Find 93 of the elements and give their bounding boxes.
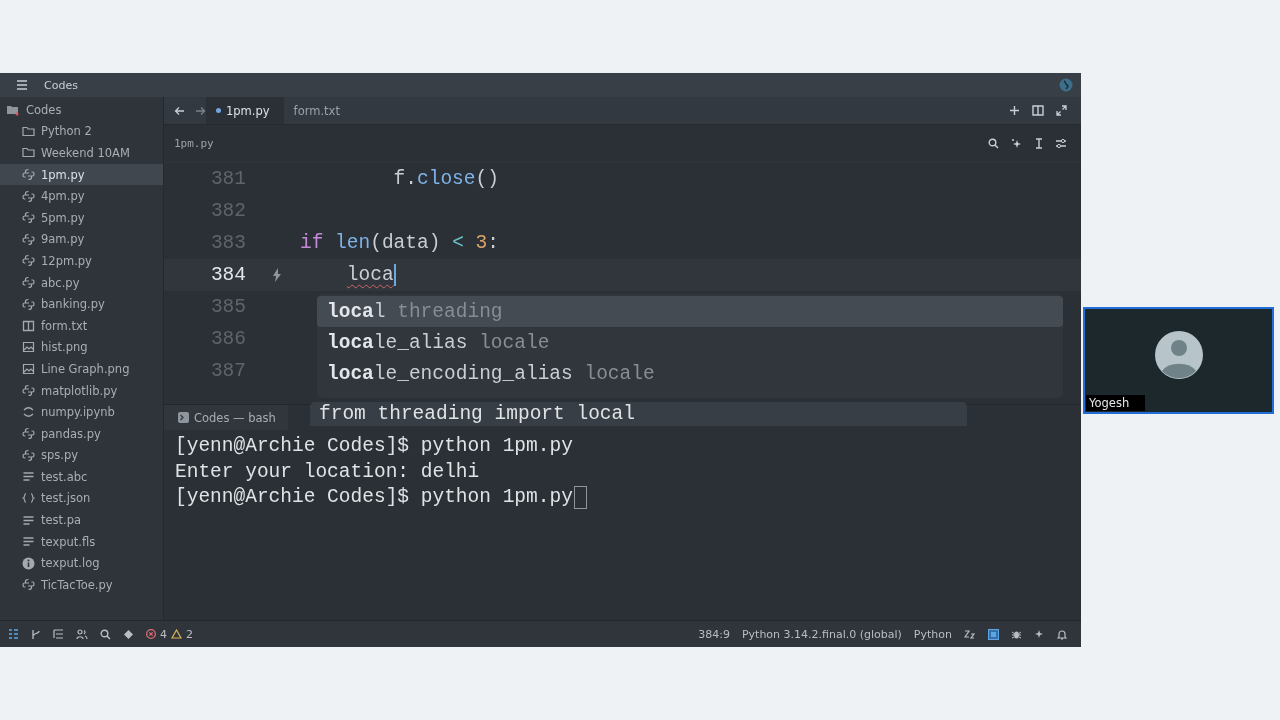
python-icon (22, 189, 35, 203)
tree-item[interactable]: banking.py (0, 293, 163, 315)
tree-item[interactable]: abc.py (0, 271, 163, 294)
tree-item[interactable]: 4pm.py (0, 185, 163, 207)
tree-item[interactable]: 12pm.py (0, 250, 163, 272)
tree-item[interactable]: Codes (0, 99, 163, 121)
code-line: loca (346, 263, 396, 287)
python-icon (22, 168, 35, 182)
braces-icon (22, 492, 35, 505)
python-icon (22, 384, 35, 397)
tree-item[interactable]: pandas.py (0, 422, 163, 445)
python-icon (22, 254, 35, 268)
window-title: Codes (44, 78, 78, 92)
people-icon[interactable] (76, 628, 88, 640)
tree-item[interactable]: sps.py (0, 444, 163, 467)
sleep-icon[interactable] (964, 629, 976, 639)
sliders-icon[interactable] (1055, 138, 1067, 149)
terminal-icon (178, 412, 189, 423)
sparkle-icon[interactable] (1011, 137, 1023, 150)
file-tab[interactable]: form.txt (283, 97, 354, 124)
text-cursor-icon[interactable] (1035, 138, 1043, 149)
tree-item[interactable]: test.json (0, 487, 163, 510)
interpreter-label[interactable]: Python 3.14.2.final.0 (global) (741, 627, 902, 641)
info-icon (22, 556, 35, 570)
tree-item[interactable]: TicTacToe.py (0, 574, 163, 596)
tree-item[interactable]: matplotlib.py (0, 379, 163, 402)
tree-item[interactable]: texput.fls (0, 530, 163, 553)
plus-icon[interactable] (1009, 105, 1020, 116)
menu-icon[interactable] (16, 80, 28, 90)
tree-item[interactable]: 1pm.py (0, 163, 163, 186)
terminal-line: [yenn@Archie Codes]$ python 1pm.py (175, 484, 1081, 511)
folder-icon (6, 103, 20, 116)
terminal-line: [yenn@Archie Codes]$ python 1pm.py (175, 433, 574, 459)
language-label[interactable]: Python (913, 627, 952, 641)
globe-icon[interactable] (1059, 78, 1073, 92)
search-icon[interactable] (100, 628, 111, 640)
text-lines-icon (22, 536, 35, 548)
breadcrumb[interactable]: 1pm.py (174, 137, 214, 150)
text-lines-icon (22, 514, 35, 526)
python-icon (22, 448, 35, 462)
participant-name: Yogesh (1086, 395, 1146, 411)
tree-item[interactable]: test.abc (0, 466, 163, 488)
error-icon (146, 629, 156, 639)
file-tab[interactable]: 1pm.py (206, 97, 284, 124)
code-line: f.close() (392, 168, 499, 190)
tree-item[interactable]: form.txt (0, 314, 163, 337)
code-line: if len(data) < 3: (300, 232, 499, 254)
python-icon (22, 427, 35, 441)
tree-item[interactable]: numpy.ipynb (0, 401, 163, 423)
diamond-icon[interactable] (123, 628, 134, 640)
terminal-tab[interactable]: Codes — bash (164, 405, 288, 430)
text-lines-icon (22, 471, 35, 483)
tree-item[interactable]: texput.log (0, 552, 163, 575)
diagnostics-button[interactable]: 4 2 (146, 627, 193, 641)
branch-icon[interactable] (31, 628, 41, 640)
cursor-position[interactable]: 384:9 (698, 627, 730, 641)
bell-icon[interactable] (1057, 628, 1067, 640)
tree-item[interactable]: 5pm.py (0, 206, 163, 229)
sparkle-icon[interactable] (1034, 628, 1045, 640)
panel-icon[interactable] (988, 628, 999, 640)
notebook-icon (22, 406, 35, 419)
tree-item[interactable]: test.pa (0, 509, 163, 531)
line-number: 384 (209, 264, 246, 286)
suggestion-item[interactable]: locale_encoding_alias locale (317, 358, 1063, 389)
lightning-icon[interactable] (272, 268, 282, 282)
image-icon (22, 341, 35, 354)
tree-icon[interactable] (8, 629, 19, 639)
tree-item[interactable]: Python 2 (0, 120, 163, 143)
tree-item[interactable]: hist.png (0, 336, 163, 359)
search-icon[interactable] (988, 138, 999, 149)
folder-icon (22, 147, 35, 159)
python-icon (22, 578, 35, 592)
suggestion-detail: from threading import local (310, 402, 967, 426)
avatar-icon (1154, 330, 1203, 379)
forward-arrow-icon[interactable] (195, 105, 206, 116)
python-icon (22, 297, 35, 311)
book-icon (22, 319, 35, 332)
folder-icon (22, 125, 35, 137)
python-icon (22, 211, 35, 225)
python-icon (22, 232, 35, 246)
suggestion-item[interactable]: local threading (317, 296, 1063, 327)
tree-item[interactable]: Weekend 10AM (0, 142, 163, 164)
back-arrow-icon[interactable] (174, 105, 185, 116)
image-icon (22, 362, 35, 375)
python-icon (22, 276, 35, 290)
expand-icon[interactable] (1056, 105, 1067, 116)
warning-icon (171, 629, 182, 639)
list-icon[interactable] (53, 629, 64, 639)
suggestion-item[interactable]: locale_alias locale (317, 327, 1063, 358)
tree-item[interactable]: 9am.py (0, 228, 163, 251)
terminal-line: Enter your location: delhi (175, 459, 481, 485)
split-view-icon[interactable] (1032, 105, 1044, 116)
tree-item[interactable]: Line Graph.png (0, 358, 163, 380)
